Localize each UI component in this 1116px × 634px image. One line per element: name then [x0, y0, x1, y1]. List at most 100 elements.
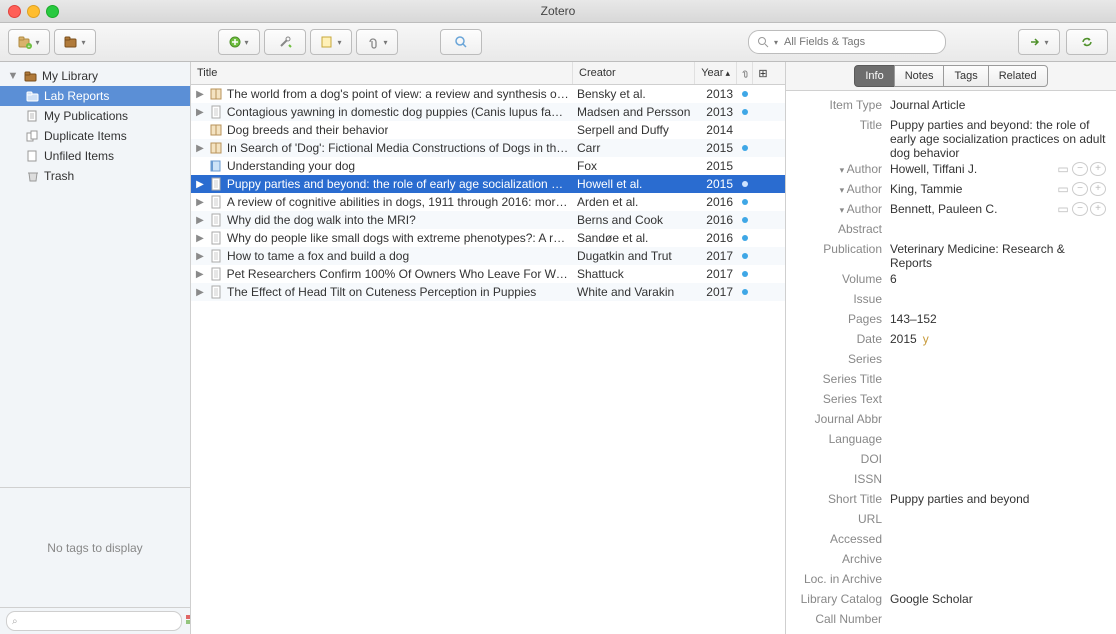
tree-item-unfiled-items[interactable]: Unfiled Items	[0, 146, 190, 166]
new-library-button[interactable]: ▾	[54, 29, 96, 55]
disclosure-icon[interactable]: ▶	[195, 233, 205, 244]
creator-name[interactable]: King, Tammie	[890, 182, 1056, 196]
swap-names-icon[interactable]: ▭	[1056, 182, 1070, 196]
item-row[interactable]: ▶Why do people like small dogs with extr…	[191, 229, 785, 247]
info-panel: Item TypeJournal ArticleTitlePuppy parti…	[786, 91, 1116, 634]
advanced-search-button[interactable]	[440, 29, 482, 55]
add-creator-button[interactable]: +	[1090, 182, 1106, 196]
item-attachment-indicator	[737, 103, 753, 121]
item-row[interactable]: ▶The Effect of Head Tilt on Cuteness Per…	[191, 283, 785, 301]
window-zoom-button[interactable]	[46, 5, 59, 18]
disclosure-icon[interactable]: ▶	[195, 107, 205, 118]
field-value[interactable]: Journal Article	[890, 98, 1106, 112]
item-creator: Arden et al.	[573, 193, 695, 211]
disclosure-icon[interactable]: ▶	[195, 269, 205, 280]
tab-related[interactable]: Related	[988, 65, 1048, 87]
item-title: In Search of 'Dog': Fictional Media Cons…	[227, 141, 569, 155]
tree-item-my-publications[interactable]: My Publications	[0, 106, 190, 126]
collections-tree[interactable]: ▼My Library Lab Reports My PublicationsDup…	[0, 62, 190, 487]
tab-notes[interactable]: Notes	[894, 65, 945, 87]
tree-item-trash[interactable]: Trash	[0, 166, 190, 186]
item-row[interactable]: ▶ In Search of 'Dog': Fictional Media Con…	[191, 139, 785, 157]
disclosure-icon[interactable]: ▶	[195, 89, 205, 100]
field-value[interactable]: 2015y	[890, 332, 1106, 346]
field-value[interactable]: 6	[890, 272, 1106, 286]
field-value[interactable]: Puppy parties and beyond	[890, 492, 1106, 506]
tree-item-label: Lab Reports	[44, 89, 109, 103]
add-creator-button[interactable]: +	[1090, 202, 1106, 216]
remove-creator-button[interactable]: −	[1072, 202, 1088, 216]
item-row[interactable]: ▶ Contagious yawning in domestic dog pupp…	[191, 103, 785, 121]
field-value[interactable]: Google Scholar	[890, 592, 1106, 606]
remove-creator-button[interactable]: −	[1072, 182, 1088, 196]
disclosure-icon[interactable]: ▶	[195, 251, 205, 262]
creator-type-label[interactable]: Author	[796, 182, 890, 196]
item-attachment-indicator	[737, 157, 753, 175]
item-row[interactable]: ▶Pet Researchers Confirm 100% Of Owners …	[191, 265, 785, 283]
disclosure-icon[interactable]: ▶	[195, 179, 205, 190]
item-row[interactable]: ▶How to tame a fox and build a dogDugatk…	[191, 247, 785, 265]
disclosure-icon[interactable]: ▼	[6, 69, 20, 83]
disclosure-icon[interactable]: ▶	[195, 287, 205, 298]
tag-filter-input[interactable]	[6, 611, 182, 631]
svg-text:+: +	[28, 44, 31, 49]
item-attachment-indicator	[737, 85, 753, 103]
field-label: Language	[796, 432, 890, 446]
quick-search-input[interactable]	[782, 35, 937, 49]
window-close-button[interactable]	[8, 5, 21, 18]
swap-names-icon[interactable]: ▭	[1056, 202, 1070, 216]
creator-name[interactable]: Howell, Tiffani J.	[890, 162, 1056, 176]
window-minimize-button[interactable]	[27, 5, 40, 18]
creator-type-label[interactable]: Author	[796, 162, 890, 176]
item-attachment-indicator	[737, 229, 753, 247]
field-label: Title	[796, 118, 890, 132]
disclosure-icon[interactable]: ▶	[195, 143, 205, 154]
field-value[interactable]: Veterinary Medicine: Research & Reports	[890, 242, 1106, 270]
swap-names-icon[interactable]: ▭	[1056, 162, 1070, 176]
column-header-year[interactable]: Year▴	[695, 62, 737, 84]
creator-type-label[interactable]: Author	[796, 202, 890, 216]
tab-info[interactable]: Info	[854, 65, 894, 87]
item-row[interactable]: Dog breeds and their behaviorSerpell and…	[191, 121, 785, 139]
field-value[interactable]: 143–152	[890, 312, 1106, 326]
column-header-creator[interactable]: Creator	[573, 62, 695, 84]
new-collection-button[interactable]: +▾	[8, 29, 50, 55]
search-icon: ⌕	[12, 616, 18, 627]
item-year: 2017	[695, 247, 737, 265]
item-row[interactable]: Understanding your dogFox2015	[191, 157, 785, 175]
disclosure-icon[interactable]: ▶	[195, 197, 205, 208]
column-header-title[interactable]: Title	[191, 62, 573, 84]
tree-item-my-library[interactable]: ▼My Library	[0, 66, 190, 86]
column-header-attachment[interactable]	[737, 62, 753, 84]
add-creator-button[interactable]: +	[1090, 162, 1106, 176]
add-by-identifier-button[interactable]	[264, 29, 306, 55]
tab-tags[interactable]: Tags	[943, 65, 988, 87]
new-item-button[interactable]: ▾	[218, 29, 260, 55]
disclosure-icon[interactable]: ▶	[195, 215, 205, 226]
tree-item-duplicate-items[interactable]: Duplicate Items	[0, 126, 190, 146]
item-type-icon	[209, 159, 223, 173]
item-creator: Bensky et al.	[573, 85, 695, 103]
item-creator: Fox	[573, 157, 695, 175]
item-row[interactable]: ▶A review of cognitive abilities in dogs…	[191, 193, 785, 211]
new-note-button[interactable]: ▾	[310, 29, 352, 55]
remove-creator-button[interactable]: −	[1072, 162, 1088, 176]
tree-item-lab-reports[interactable]: Lab Reports	[0, 86, 190, 106]
item-year: 2017	[695, 265, 737, 283]
add-attachment-button[interactable]: ▾	[356, 29, 398, 55]
item-attachment-indicator	[737, 265, 753, 283]
item-row[interactable]: ▶The world from a dog's point of view: a…	[191, 85, 785, 103]
creator-name[interactable]: Bennett, Pauleen C.	[890, 202, 1056, 216]
locate-button[interactable]: ▾	[1018, 29, 1060, 55]
item-row[interactable]: ▶Puppy parties and beyond: the role of e…	[191, 175, 785, 193]
paperclip-icon	[740, 68, 750, 78]
items-list[interactable]: ▶The world from a dog's point of view: a…	[191, 85, 785, 634]
column-picker-button[interactable]: ⊞	[753, 62, 773, 84]
item-row[interactable]: ▶Why did the dog walk into the MRI?Berns…	[191, 211, 785, 229]
item-type-icon	[209, 177, 223, 191]
sync-button[interactable]	[1066, 29, 1108, 55]
quick-search[interactable]: ▾	[748, 30, 946, 54]
field-value[interactable]: Puppy parties and beyond: the role of ea…	[890, 118, 1106, 160]
item-type-icon	[209, 285, 223, 299]
item-title: Contagious yawning in domestic dog puppi…	[227, 105, 569, 119]
